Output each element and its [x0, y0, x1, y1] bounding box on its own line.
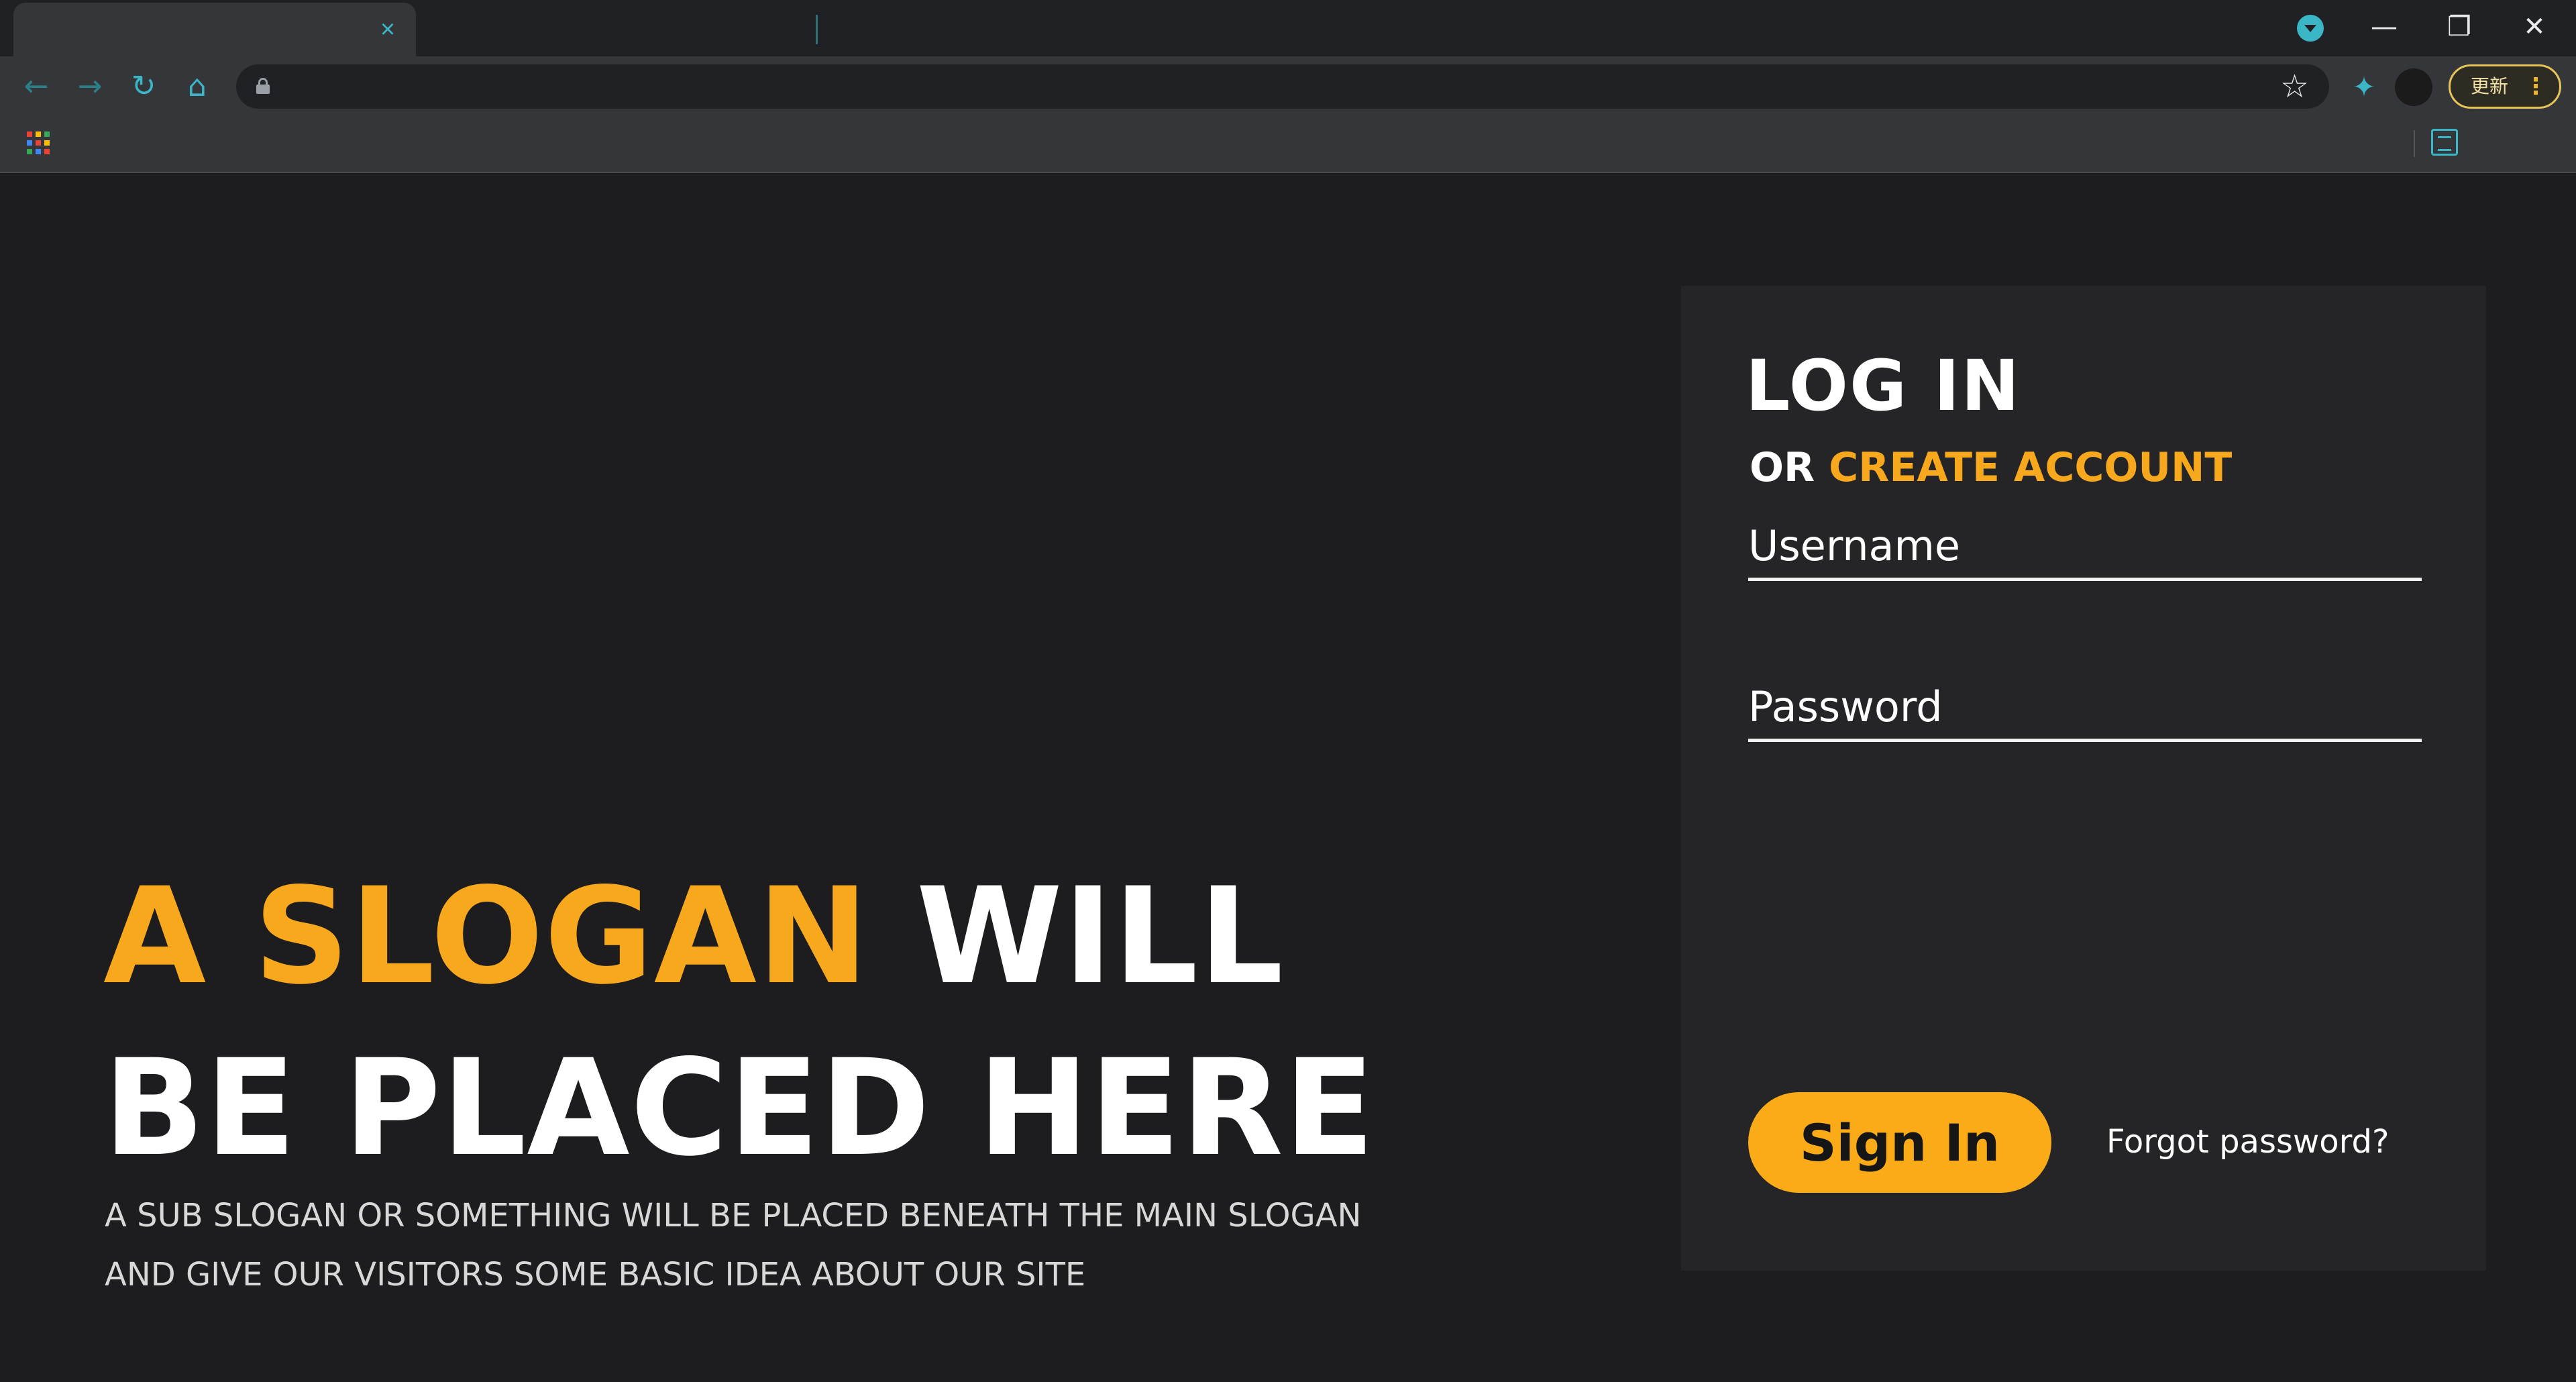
minimize-button[interactable]: —: [2357, 9, 2411, 44]
slogan-rest: WILL: [869, 859, 1285, 1014]
username-field-wrapper: [1748, 507, 2422, 581]
bookmarks-divider: [2414, 130, 2415, 157]
or-text: OR: [1750, 444, 1829, 491]
sub-slogan: A SUB SLOGAN OR SOMETHING WILL BE PLACED…: [105, 1186, 1580, 1304]
active-tab[interactable]: ×: [13, 3, 416, 56]
apps-icon[interactable]: [27, 131, 50, 154]
forward-icon[interactable]: →: [70, 70, 110, 103]
profile-dropdown-icon[interactable]: [2297, 15, 2324, 42]
create-account-link[interactable]: CREATE ACCOUNT: [1829, 444, 2232, 491]
bookmarks-bar: [0, 117, 2576, 173]
star-icon[interactable]: ☆: [2280, 68, 2309, 105]
extensions-icon[interactable]: ✦: [2348, 71, 2380, 103]
menu-dots-icon: ⋮: [2524, 73, 2547, 100]
password-field-wrapper: [1748, 668, 2422, 742]
sub-slogan-line-2: AND GIVE OUR VISITORS SOME BASIC IDEA AB…: [105, 1256, 1086, 1293]
close-window-button[interactable]: ✕: [2508, 9, 2561, 44]
username-field[interactable]: [1748, 507, 2422, 578]
address-bar[interactable]: ☆: [236, 64, 2329, 109]
sign-in-button[interactable]: Sign In: [1748, 1092, 2051, 1193]
back-icon[interactable]: ←: [16, 70, 56, 103]
tab-separator: [816, 15, 818, 44]
maximize-button[interactable]: ❐: [2432, 9, 2486, 44]
password-field[interactable]: [1748, 668, 2422, 739]
login-card: LOG IN OR CREATE ACCOUNT Sign In Forgot …: [1681, 286, 2486, 1271]
page-content: A SLOGAN WILL BE PLACED HERE A SUB SLOGA…: [0, 174, 2576, 1382]
sub-slogan-line-1: A SUB SLOGAN OR SOMETHING WILL BE PLACED…: [105, 1197, 1362, 1234]
avatar[interactable]: [2395, 68, 2432, 106]
slogan-line-2: BE PLACED HERE: [103, 1030, 1376, 1185]
slogan-accent: A SLOGAN: [103, 859, 869, 1014]
update-button[interactable]: 更新 ⋮: [2449, 64, 2561, 109]
reading-list-icon[interactable]: [2431, 129, 2458, 156]
update-button-label: 更新: [2471, 75, 2509, 97]
forgot-password-link[interactable]: Forgot password?: [2106, 1123, 2389, 1161]
tab-close-icon[interactable]: ×: [376, 17, 400, 42]
lock-icon[interactable]: [256, 78, 270, 94]
tab-strip: × — ❐ ✕: [0, 0, 2576, 56]
reload-icon[interactable]: ↻: [123, 70, 164, 103]
login-subtitle: OR CREATE ACCOUNT: [1750, 444, 2232, 491]
browser-toolbar: ← → ↻ ⌂ ☆ ✦ 更新 ⋮: [0, 56, 2576, 117]
login-title: LOG IN: [1746, 345, 2021, 427]
home-icon[interactable]: ⌂: [177, 70, 217, 103]
main-slogan: A SLOGAN WILL BE PLACED HERE: [103, 851, 1445, 1194]
